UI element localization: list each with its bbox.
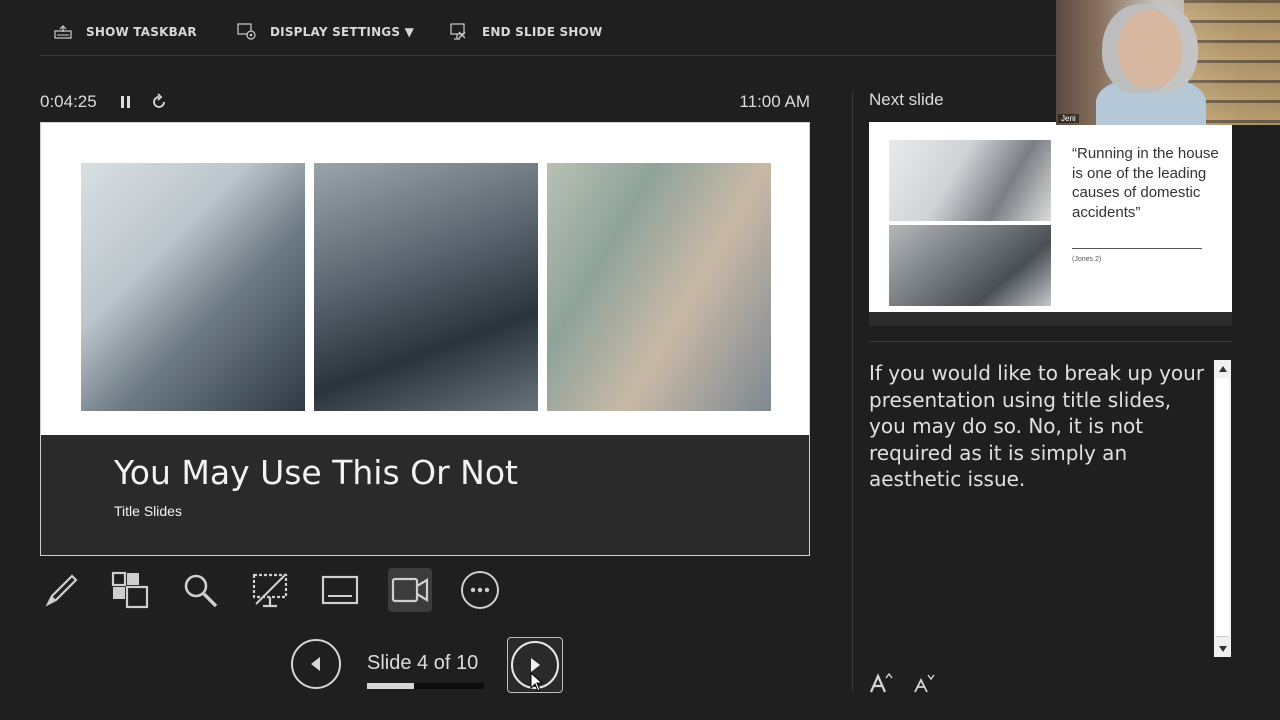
slide-title-band: You May Use This Or Not Title Slides — [41, 435, 809, 555]
toolbar-divider — [40, 55, 1056, 56]
panel-divider — [852, 92, 853, 690]
slide-counter: Slide 4 of 10 — [367, 652, 479, 674]
end-slide-show-label: END SLIDE SHOW — [482, 25, 603, 39]
increase-font-button[interactable] — [869, 672, 893, 694]
handshake-photo — [314, 163, 538, 411]
elapsed-timer: 0:04:25 — [40, 92, 97, 111]
top-toolbar: SHOW TASKBAR DISPLAY SETTINGS ▼ END SLID… — [0, 0, 1056, 56]
black-screen-icon — [252, 573, 288, 608]
see-all-slides-button[interactable] — [108, 568, 152, 612]
next-slide-rule — [1072, 248, 1202, 249]
previous-slide-button[interactable] — [291, 639, 341, 689]
pen-tool-button[interactable] — [40, 568, 84, 612]
display-settings-button[interactable]: DISPLAY SETTINGS ▼ — [236, 18, 414, 46]
next-slide-label: Next slide — [869, 90, 944, 109]
camera-icon — [391, 577, 429, 603]
scroll-up-icon — [1218, 365, 1227, 372]
zoom-button[interactable] — [178, 568, 222, 612]
end-show-icon — [448, 21, 470, 43]
speaker-notes: If you would like to break up your prese… — [869, 361, 1205, 491]
meeting-photo — [81, 163, 305, 411]
slide-subtitle: Title Slides — [114, 503, 182, 519]
pen-icon — [45, 574, 78, 607]
taskbar-icon — [52, 21, 74, 43]
scroll-up-button[interactable] — [1214, 360, 1231, 377]
slide-photos — [81, 163, 771, 411]
increase-font-icon — [869, 672, 893, 693]
zoom-icon — [184, 574, 218, 608]
slide-progress-fill — [367, 683, 414, 689]
previous-arrow-icon — [311, 657, 320, 671]
next-slide-photo-top — [889, 140, 1051, 221]
all-slides-icon — [111, 571, 149, 609]
slide-progress-bar — [367, 683, 484, 689]
more-options-icon — [461, 571, 499, 609]
scroll-thumb[interactable] — [1216, 378, 1229, 637]
presenter-head — [1118, 10, 1182, 88]
restart-timer-icon[interactable] — [150, 93, 168, 111]
current-slide: You May Use This Or Not Title Slides — [40, 122, 810, 556]
next-slide-footer — [869, 312, 1232, 326]
next-slide-quote: “Running in the house is one of the lead… — [1072, 145, 1219, 221]
show-taskbar-button[interactable]: SHOW TASKBAR — [52, 18, 197, 46]
clock: 11:00 AM — [739, 92, 810, 111]
next-slide-thumbnail[interactable]: “Running in the house is one of the lead… — [869, 122, 1232, 326]
next-slide-citation: (Jones 2) — [1072, 256, 1102, 263]
subtitles-icon — [321, 575, 359, 605]
mouse-cursor-icon — [530, 672, 544, 692]
pause-timer-icon[interactable] — [119, 94, 133, 110]
slide-title: You May Use This Or Not — [114, 453, 518, 492]
camera-button[interactable] — [388, 568, 432, 612]
notes-scrollbar[interactable] — [1214, 360, 1231, 657]
subtitles-button[interactable] — [318, 568, 362, 612]
next-slide-photo-bottom — [889, 225, 1051, 306]
display-settings-label: DISPLAY SETTINGS ▼ — [270, 25, 415, 39]
sticky-notes-photo — [547, 163, 771, 411]
scroll-down-icon — [1218, 645, 1227, 652]
scroll-down-button[interactable] — [1214, 640, 1231, 657]
show-taskbar-label: SHOW TASKBAR — [86, 25, 197, 39]
presenter-name: Jeni — [1058, 114, 1079, 123]
notes-divider — [869, 341, 1232, 342]
black-screen-button[interactable] — [248, 568, 292, 612]
more-options-button[interactable] — [458, 568, 502, 612]
end-slide-show-button[interactable]: END SLIDE SHOW — [448, 18, 602, 46]
decrease-font-icon — [914, 674, 935, 693]
display-settings-icon — [236, 21, 258, 43]
presenter-video: Jeni — [1056, 0, 1280, 125]
decrease-font-button[interactable] — [912, 672, 936, 694]
